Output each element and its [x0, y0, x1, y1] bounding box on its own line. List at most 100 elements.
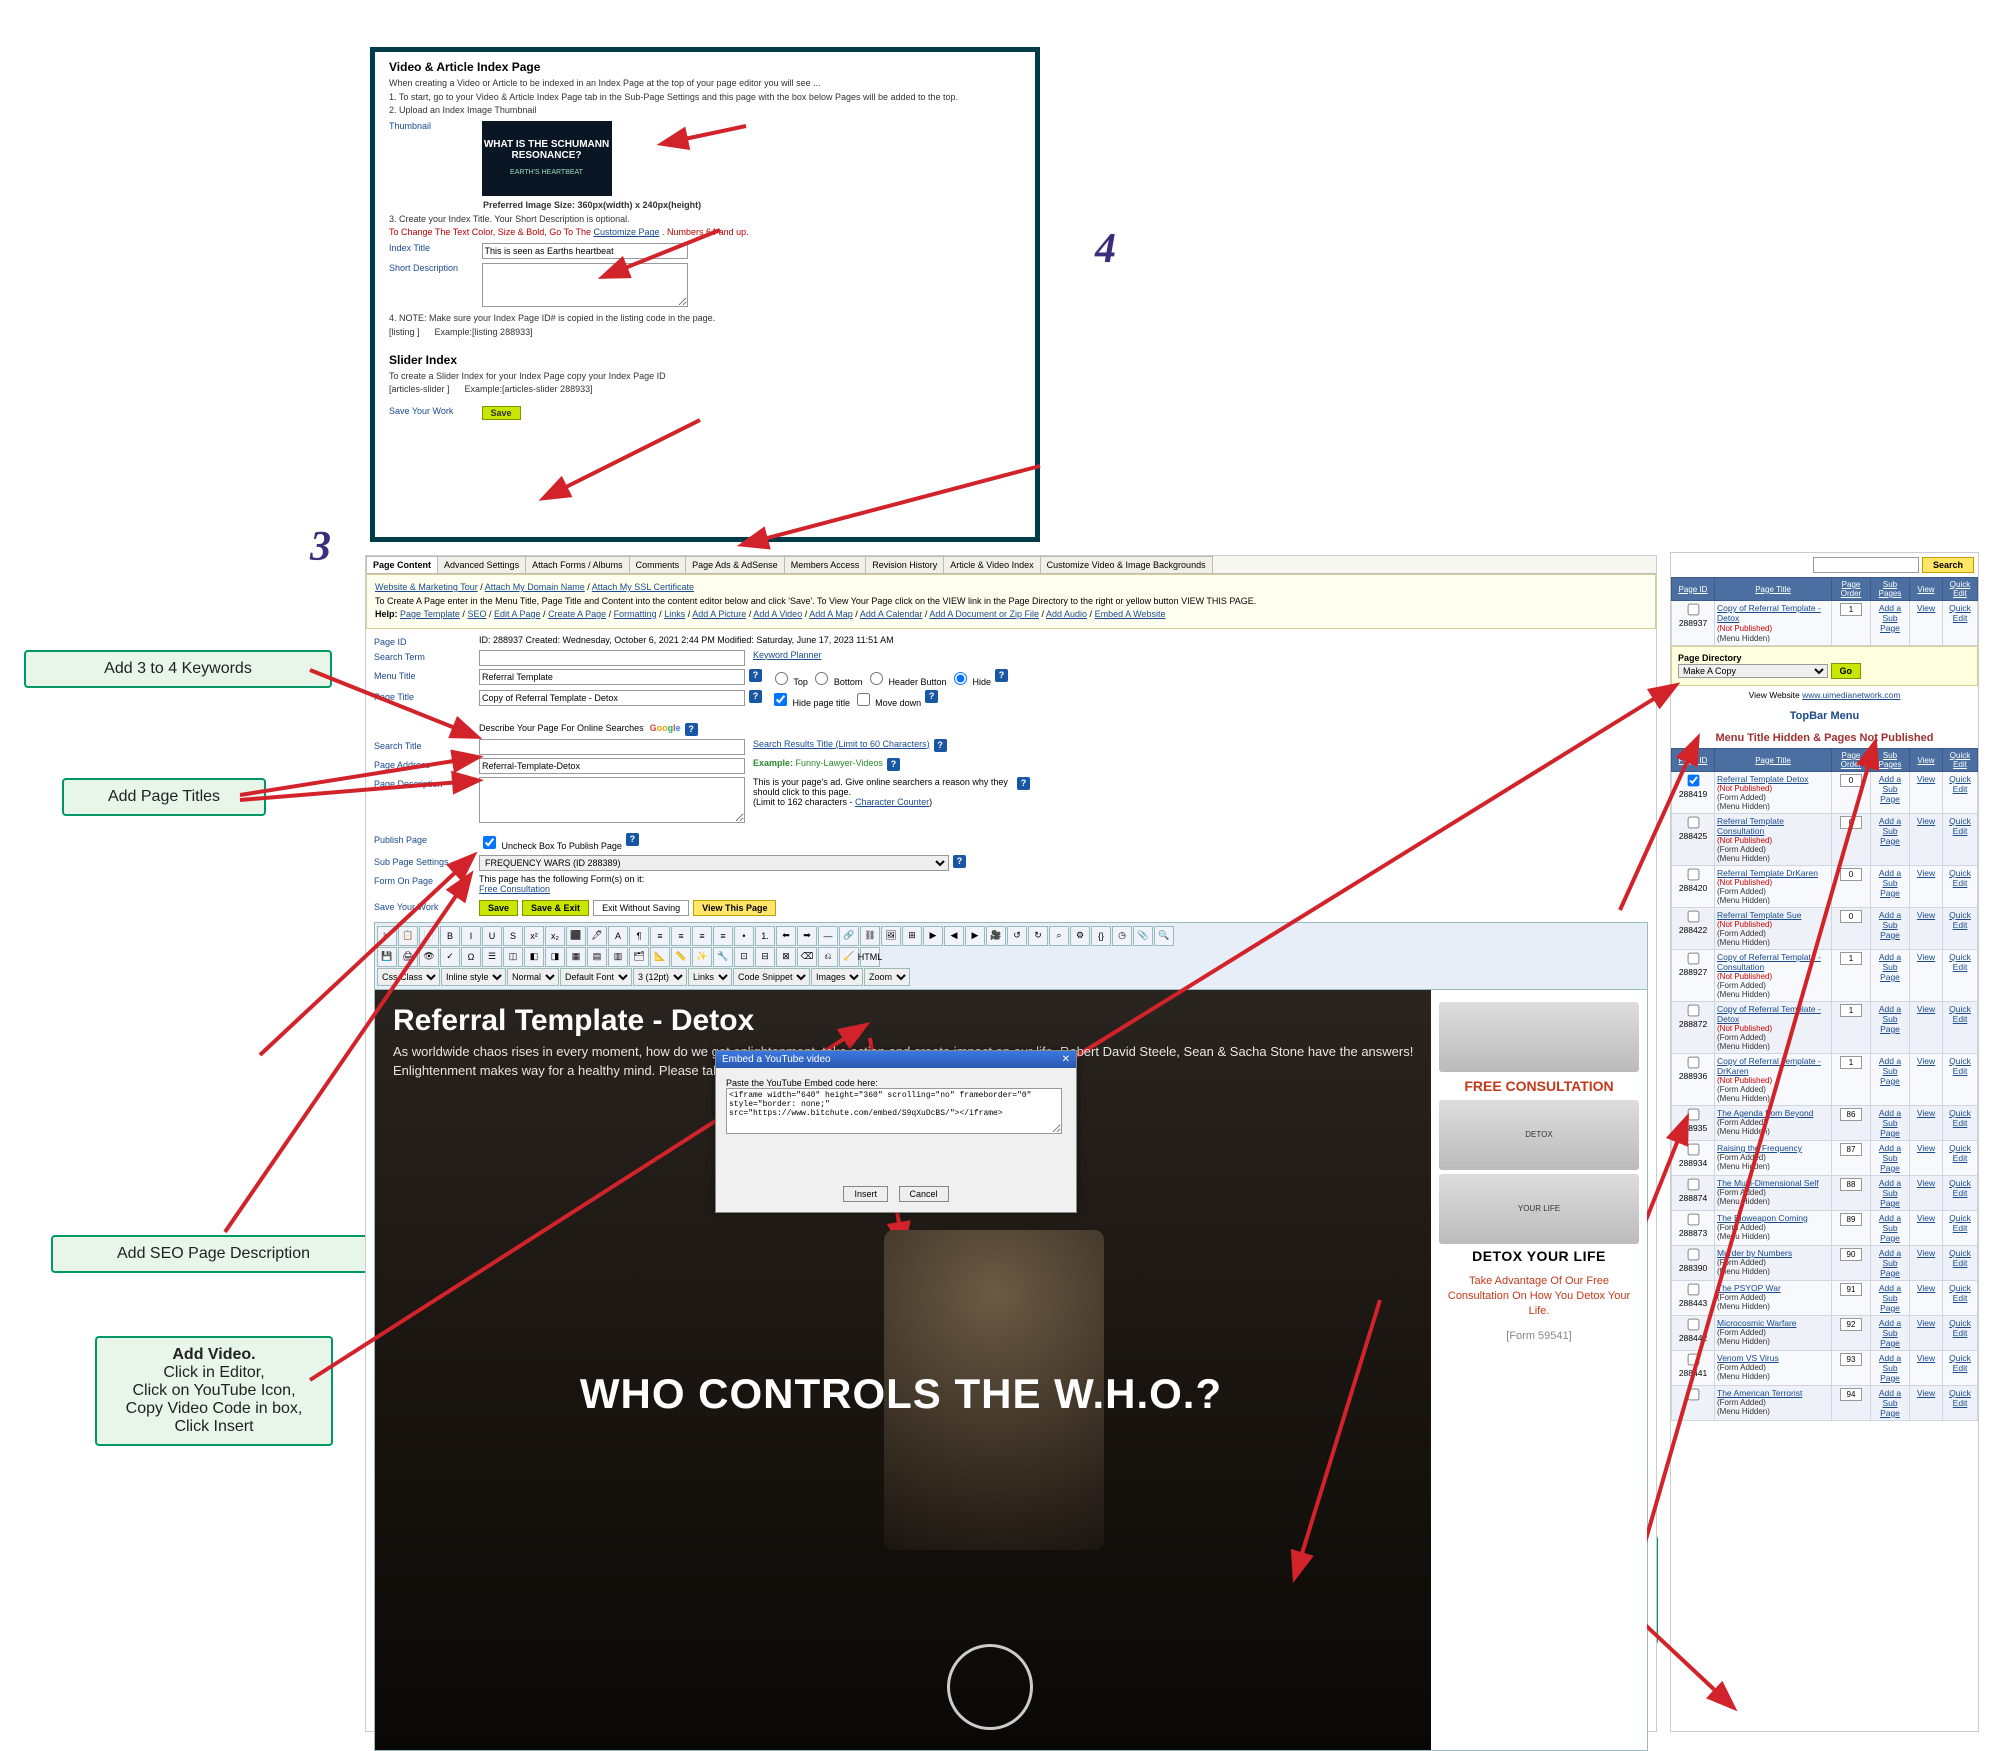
- rte-button[interactable]: ⊟: [755, 947, 775, 967]
- row-title-link[interactable]: Referral Template DrKaren: [1717, 868, 1818, 878]
- search-button[interactable]: Search: [1922, 557, 1974, 573]
- col-header[interactable]: Page Order: [1832, 578, 1871, 601]
- view-link[interactable]: View: [1917, 1178, 1935, 1188]
- help-icon[interactable]: ?: [953, 855, 966, 868]
- rte-button[interactable]: —: [818, 926, 838, 946]
- save-exit-button[interactable]: Save & Exit: [522, 900, 589, 916]
- checkbox-hide-title[interactable]: [774, 693, 787, 706]
- add-sub-link[interactable]: Add a Sub Page: [1879, 1143, 1901, 1173]
- input-menu-title[interactable]: [479, 669, 745, 685]
- rte-button[interactable]: ◧: [524, 947, 544, 967]
- rte-button[interactable]: ▤: [587, 947, 607, 967]
- help-icon[interactable]: ?: [749, 669, 762, 682]
- tab-customize-video-image-backgrounds[interactable]: Customize Video & Image Backgrounds: [1040, 556, 1213, 573]
- rte-button[interactable]: A: [608, 926, 628, 946]
- tab-comments[interactable]: Comments: [629, 556, 687, 573]
- quick-edit-link[interactable]: Quick Edit: [1949, 1353, 1971, 1373]
- thumbnail-preview[interactable]: WHAT IS THE SCHUMANN RESONANCE? EARTH'S …: [482, 121, 612, 196]
- rte-button[interactable]: ⌕: [1049, 926, 1069, 946]
- col-header[interactable]: Page Order: [1832, 749, 1871, 772]
- add-sub-link[interactable]: Add a Sub Page: [1879, 1056, 1901, 1086]
- col-header[interactable]: Sub Pages: [1871, 749, 1910, 772]
- help-icon[interactable]: ?: [1017, 777, 1030, 790]
- radio-bottom-label[interactable]: Bottom: [810, 677, 862, 687]
- row-title-link[interactable]: Referral Template Consultation: [1717, 816, 1784, 836]
- row-checkbox[interactable]: [1687, 953, 1699, 965]
- rte-button[interactable]: 🔍: [1154, 926, 1174, 946]
- textarea-page-desc[interactable]: [479, 777, 745, 823]
- tab-article-video-index[interactable]: Article & Video Index: [943, 556, 1040, 573]
- link-char-counter[interactable]: Character Counter: [855, 797, 929, 807]
- quick-edit-link[interactable]: Quick Edit: [1949, 1388, 1971, 1408]
- help-link[interactable]: Edit A Page: [494, 609, 541, 619]
- rte-button[interactable]: 1.: [755, 926, 775, 946]
- rte-button[interactable]: ↺: [1007, 926, 1027, 946]
- order-input[interactable]: [1840, 1213, 1862, 1226]
- rte-button[interactable]: x²: [524, 926, 544, 946]
- rte-button[interactable]: 🖼: [881, 926, 901, 946]
- row-title-link[interactable]: The PSYOP War: [1717, 1283, 1781, 1293]
- add-sub-link[interactable]: Add a Sub Page: [1879, 774, 1901, 804]
- col-header[interactable]: Page Title: [1715, 749, 1832, 772]
- view-link[interactable]: View: [1917, 1213, 1935, 1223]
- row-checkbox[interactable]: [1687, 1319, 1699, 1331]
- radio-top-label[interactable]: Top: [770, 677, 808, 687]
- rte-button[interactable]: ≡: [713, 926, 733, 946]
- help-link[interactable]: Add A Calendar: [860, 609, 923, 619]
- add-sub-link[interactable]: Add a Sub Page: [1879, 1318, 1901, 1348]
- link-free-consultation[interactable]: Free Consultation: [479, 884, 550, 894]
- view-link[interactable]: View: [1917, 868, 1935, 878]
- tab-page-content[interactable]: Page Content: [366, 556, 438, 573]
- order-input[interactable]: [1840, 1283, 1862, 1296]
- row-title-link[interactable]: Copy of Referral Template - Detox: [1717, 1004, 1821, 1024]
- order-input[interactable]: [1840, 1178, 1862, 1191]
- view-link[interactable]: View: [1917, 816, 1935, 826]
- checkbox-publish-label[interactable]: Uncheck Box To Publish Page: [479, 833, 622, 852]
- add-sub-link[interactable]: Add a Sub Page: [1879, 1248, 1901, 1278]
- row-checkbox[interactable]: [1687, 817, 1699, 829]
- textarea-embed-code[interactable]: <iframe width="640" height="360" scrolli…: [726, 1088, 1062, 1134]
- rte-button[interactable]: 🧹: [839, 947, 859, 967]
- input-page-title[interactable]: [479, 690, 745, 706]
- col-header[interactable]: Sub Pages: [1871, 578, 1910, 601]
- view-link[interactable]: View: [1917, 1248, 1935, 1258]
- rte-button[interactable]: U: [482, 926, 502, 946]
- order-input[interactable]: [1840, 868, 1862, 881]
- help-icon[interactable]: ?: [934, 739, 947, 752]
- rte-button[interactable]: ◨: [545, 947, 565, 967]
- help-icon[interactable]: ?: [685, 723, 698, 736]
- help-icon[interactable]: ?: [887, 758, 900, 771]
- rte-button[interactable]: ⬅: [776, 926, 796, 946]
- row-title-link[interactable]: Referral Template Detox: [1717, 774, 1809, 784]
- rte-button[interactable]: HTML: [860, 947, 880, 967]
- link-search-results-title[interactable]: Search Results Title (Limit to 60 Charac…: [753, 739, 930, 749]
- order-input[interactable]: [1840, 952, 1862, 965]
- row-title-link[interactable]: Copy of Referral Template - Detox: [1717, 603, 1821, 623]
- rte-button[interactable]: ⬛: [566, 926, 586, 946]
- radio-bottom[interactable]: [815, 672, 828, 685]
- rte-button[interactable]: ⊞: [902, 926, 922, 946]
- save-button-panel4[interactable]: Save: [482, 406, 521, 420]
- rte-button[interactable]: ◫: [503, 947, 523, 967]
- rte-button[interactable]: 🎥: [986, 926, 1006, 946]
- radio-header[interactable]: [870, 672, 883, 685]
- select-size[interactable]: 3 (12pt): [633, 968, 687, 986]
- col-header[interactable]: Quick Edit: [1943, 578, 1978, 601]
- tab-advanced-settings[interactable]: Advanced Settings: [437, 556, 526, 573]
- input-search-title[interactable]: [479, 739, 745, 755]
- view-link[interactable]: View: [1917, 1108, 1935, 1118]
- help-link[interactable]: Page Template: [400, 609, 460, 619]
- col-header[interactable]: Quick Edit: [1943, 749, 1978, 772]
- rte-button[interactable]: 👁: [419, 947, 439, 967]
- add-sub-link[interactable]: Add a Sub Page: [1879, 910, 1901, 940]
- row-title-link[interactable]: Venom VS Virus: [1717, 1353, 1779, 1363]
- row-checkbox[interactable]: [1687, 869, 1699, 881]
- select-zoom[interactable]: Zoom: [864, 968, 910, 986]
- rte-button[interactable]: ☰: [482, 947, 502, 967]
- add-sub-link[interactable]: Add a Sub Page: [1879, 1353, 1901, 1383]
- row-checkbox[interactable]: [1687, 1389, 1699, 1401]
- rte-button[interactable]: ◷: [1112, 926, 1132, 946]
- link-ssl[interactable]: Attach My SSL Certificate: [592, 582, 694, 592]
- help-link[interactable]: Embed A Website: [1095, 609, 1166, 619]
- row-checkbox[interactable]: [1687, 1179, 1699, 1191]
